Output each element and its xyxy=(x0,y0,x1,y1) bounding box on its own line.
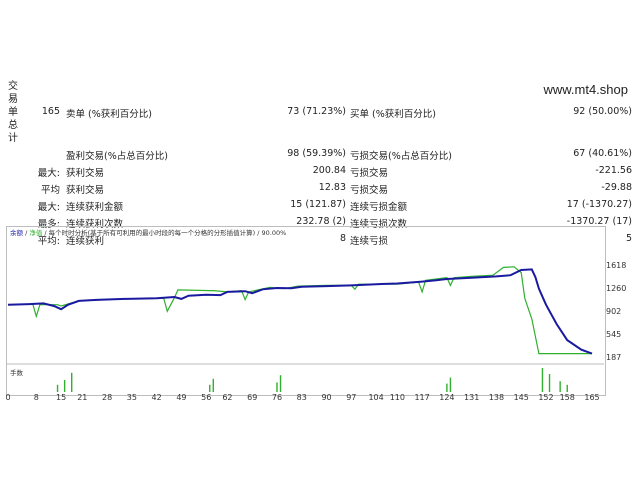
x-tick-label: 90 xyxy=(321,393,331,402)
y-tick-label: 1260 xyxy=(606,284,626,293)
volume-bar xyxy=(209,384,211,392)
legend-balance: 余额 xyxy=(10,228,24,237)
volume-bar xyxy=(548,374,551,392)
x-tick-label: 110 xyxy=(390,393,405,402)
volume-bars xyxy=(56,368,568,392)
x-tick-label: 131 xyxy=(464,393,479,402)
volume-bar xyxy=(276,382,278,392)
y-tick-label: 545 xyxy=(606,330,621,339)
x-tick-label: 145 xyxy=(514,393,529,402)
volume-bar xyxy=(279,375,282,392)
x-tick-label: 15 xyxy=(56,393,66,402)
volume-label: 手数 xyxy=(10,368,24,377)
x-tick-label: 124 xyxy=(439,393,454,402)
x-tick-label: 165 xyxy=(584,393,599,402)
x-tick-label: 56 xyxy=(201,393,211,402)
volume-bar xyxy=(446,383,448,392)
x-tick-label: 104 xyxy=(368,393,383,402)
x-tick-label: 83 xyxy=(297,393,307,402)
chart-svg: 余额 / 净值 / 每个时时分析(基于所有可利用的最小时段的每一个分格的分形插值… xyxy=(5,228,626,402)
y-tick-label: 187 xyxy=(606,353,621,362)
volume-bar xyxy=(566,384,568,392)
y-tick-label: 902 xyxy=(606,307,621,316)
x-tick-label: 97 xyxy=(346,393,356,402)
volume-bar xyxy=(449,377,452,392)
x-tick-label: 138 xyxy=(489,393,504,402)
x-tick-label: 28 xyxy=(102,393,112,402)
x-axis: 0 8 15 21 28 35 42 49 56 62 69 76 83 90 97 104 110 117 124… xyxy=(5,393,599,402)
x-tick-label: 76 xyxy=(272,393,282,402)
x-tick-label: 8 xyxy=(34,393,39,402)
volume-bar xyxy=(71,372,73,392)
x-tick-label: 62 xyxy=(222,393,232,402)
volume-bar xyxy=(559,381,561,392)
x-tick-label: 42 xyxy=(152,393,162,402)
y-axis: 1618 1260 902 545 187 xyxy=(606,261,626,362)
volume-bar xyxy=(541,368,544,392)
volume-bar xyxy=(56,384,59,392)
volume-bar xyxy=(212,378,214,392)
volume-bar xyxy=(63,380,66,392)
equity-line xyxy=(7,266,592,355)
x-tick-label: 35 xyxy=(127,393,137,402)
y-tick-label: 1618 xyxy=(606,261,626,270)
x-tick-label: 117 xyxy=(414,393,429,402)
x-tick-label: 0 xyxy=(5,393,10,402)
x-tick-label: 152 xyxy=(538,393,553,402)
x-tick-label: 21 xyxy=(77,393,87,402)
x-tick-label: 69 xyxy=(247,393,257,402)
x-tick-label: 158 xyxy=(560,393,575,402)
balance-line xyxy=(7,268,593,355)
x-tick-label: 49 xyxy=(176,393,186,402)
legend-rest: / 每个时时分析(基于所有可利用的最小时段的每一个分格的分形插值计算) / 90… xyxy=(42,228,286,237)
legend-equity: 净值 xyxy=(29,228,43,237)
chart-legend: 余额 / 净值 / 每个时时分析(基于所有可利用的最小时段的每一个分格的分形插值… xyxy=(10,228,286,237)
